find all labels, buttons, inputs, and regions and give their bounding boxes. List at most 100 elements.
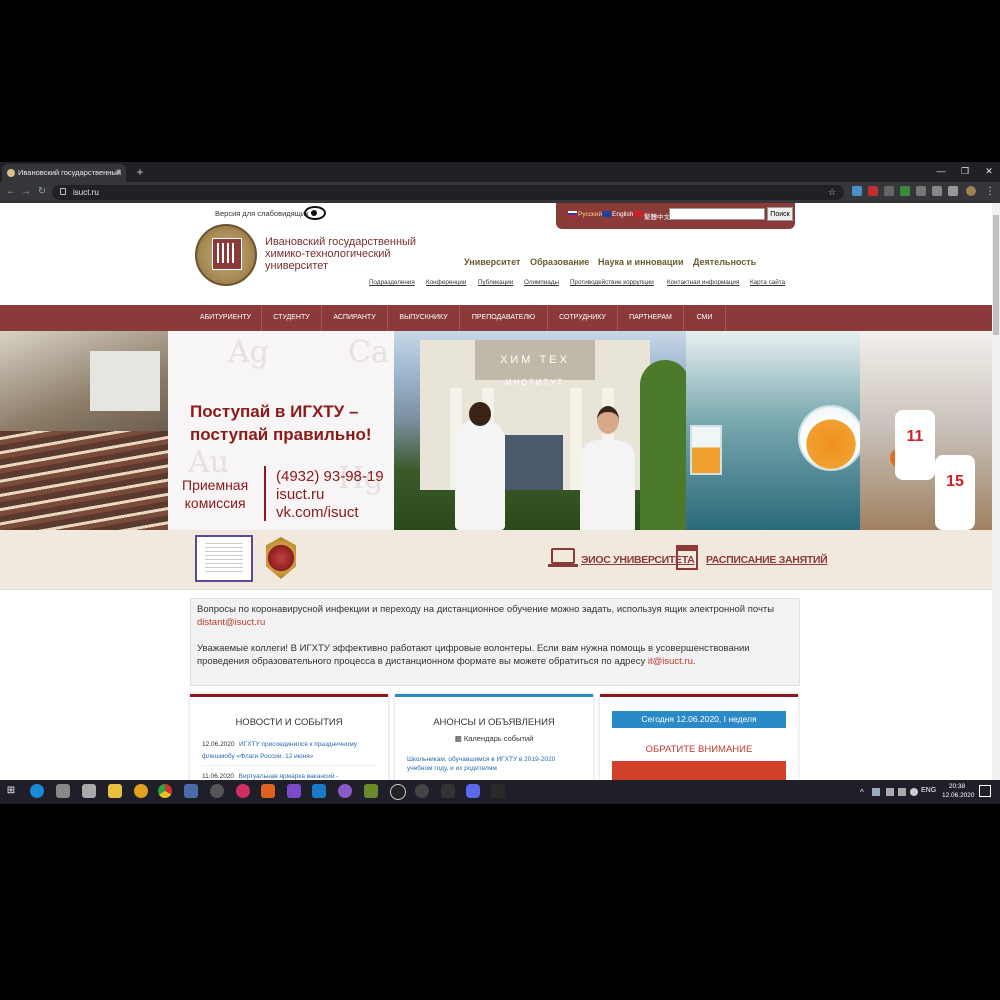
tray-chevron-icon[interactable]: ^ — [860, 788, 864, 797]
link-publications[interactable]: Публикации — [478, 279, 513, 286]
news-item[interactable]: 12.06.2020 ИГХТУ присоединился к праздни… — [202, 737, 376, 766]
nav-education[interactable]: Образование — [530, 257, 589, 267]
news-link[interactable]: Виртуальная ярмарка вакансий - — [239, 773, 339, 780]
maximize-button[interactable]: ❐ — [954, 163, 976, 179]
news-title[interactable]: НОВОСТИ И СОБЫТИЯ — [190, 717, 388, 728]
lock-icon[interactable] — [60, 188, 66, 195]
it-email-link[interactable]: it@isuct.ru — [648, 656, 693, 667]
app-icon[interactable] — [134, 784, 148, 798]
app-icon[interactable] — [338, 784, 352, 798]
nav-activity[interactable]: Деятельность — [693, 257, 756, 267]
app-icon[interactable] — [56, 784, 70, 798]
announcements-title[interactable]: АНОНСЫ И ОБЪЯВЛЕНИЯ — [395, 717, 593, 728]
tray-icon[interactable] — [872, 788, 880, 796]
visual-studio-icon[interactable] — [287, 784, 301, 798]
discord-icon[interactable] — [466, 784, 480, 798]
lang-russian[interactable]: Русский — [578, 211, 602, 218]
chrome-icon[interactable] — [158, 784, 172, 798]
russian-flag-icon[interactable] — [568, 211, 577, 217]
link-contacts[interactable]: Контактная информация — [667, 279, 739, 286]
url-text[interactable]: isuct.ru — [73, 185, 99, 200]
app-icon[interactable] — [184, 784, 198, 798]
clock-date: 12.06.2020 — [942, 792, 975, 799]
file-explorer-icon[interactable] — [108, 784, 122, 798]
tray-icon[interactable] — [886, 788, 894, 796]
news-date: 12.06.2020 — [202, 741, 235, 748]
clock[interactable]: 20:38 12.06.2020 — [942, 782, 975, 800]
search-button[interactable]: Поиск — [767, 207, 793, 221]
university-logo[interactable] — [195, 224, 257, 286]
calendar-icon[interactable] — [676, 545, 698, 570]
announcement-link[interactable]: Школьникам, обучавшимся в ИГХТУ в 2019-2… — [395, 743, 593, 773]
lang-english[interactable]: English — [612, 211, 633, 218]
app-icon[interactable] — [210, 784, 224, 798]
minimize-button[interactable]: — — [930, 163, 952, 179]
schedule-link[interactable]: РАСПИСАНИЕ ЗАНЯТИЙ — [706, 554, 828, 566]
search-input[interactable] — [669, 208, 765, 220]
windows-start-icon[interactable]: ⊞ — [4, 784, 18, 798]
reload-icon[interactable]: ↻ — [35, 184, 49, 200]
eye-icon[interactable] — [304, 206, 326, 220]
mainnav-students[interactable]: СТУДЕНТУ — [262, 305, 322, 331]
mainnav-partners[interactable]: ПАРТНЕРАМ — [618, 305, 684, 331]
attention-banner[interactable] — [612, 761, 786, 780]
skype-icon[interactable] — [30, 784, 44, 798]
news-item[interactable]: 11.06.2020 Виртуальная ярмарка вакансий … — [202, 766, 376, 781]
english-flag-icon[interactable] — [602, 211, 611, 217]
university-name[interactable]: Ивановский государственный химико-технол… — [265, 236, 435, 272]
jersey-number: 15 — [946, 473, 964, 490]
extension-icon[interactable] — [884, 186, 894, 196]
input-language[interactable]: ENG — [921, 787, 936, 794]
app-icon[interactable] — [364, 784, 378, 798]
scrollbar-thumb[interactable] — [993, 215, 999, 335]
link-sitemap[interactable]: Карта сайта — [750, 279, 785, 286]
profile-avatar[interactable] — [966, 186, 976, 196]
lang-chinese[interactable]: 繁體中文 — [644, 211, 670, 221]
extension-icon[interactable] — [852, 186, 862, 196]
app-icon[interactable] — [236, 784, 250, 798]
app-icon[interactable] — [261, 784, 275, 798]
app-icon[interactable] — [390, 784, 406, 800]
extension-icon[interactable] — [900, 186, 910, 196]
bookmark-star-icon[interactable]: ☆ — [828, 185, 836, 200]
forward-icon[interactable]: → — [19, 184, 33, 200]
extension-icon[interactable] — [948, 186, 958, 196]
chinese-flag-icon[interactable] — [634, 211, 643, 217]
low-vision-link[interactable]: Версия для слабовидящих — [215, 209, 309, 218]
vscode-icon[interactable] — [312, 784, 326, 798]
extension-icon[interactable] — [932, 186, 942, 196]
nav-university[interactable]: Университет — [464, 257, 520, 267]
news-column: НОВОСТИ И СОБЫТИЯ 12.06.2020 ИГХТУ присо… — [190, 694, 388, 783]
battery-icon[interactable] — [898, 788, 906, 796]
notifications-icon[interactable] — [979, 785, 991, 797]
new-tab-button[interactable]: + — [133, 163, 147, 181]
extension-icon[interactable] — [868, 186, 878, 196]
mainnav-teachers[interactable]: ПРЕПОДАВАТЕЛЮ — [460, 305, 548, 331]
browser-tab[interactable]: Ивановский государственный ✕ — [2, 164, 126, 182]
mainnav-graduates[interactable]: ВЫПУСКНИКУ — [388, 305, 460, 331]
app-icon[interactable] — [82, 784, 96, 798]
app-icon[interactable] — [415, 784, 429, 798]
link-olympiads[interactable]: Олимпиады — [524, 279, 559, 286]
app-icon[interactable] — [441, 784, 455, 798]
link-anticorruption[interactable]: Противодействие коррупции — [570, 279, 654, 286]
extension-icon[interactable] — [916, 186, 926, 196]
nav-science[interactable]: Наука и инновации — [598, 257, 683, 267]
mainnav-media[interactable]: СМИ — [684, 305, 726, 331]
link-conferences[interactable]: Конференции — [426, 279, 466, 286]
calendar-events-link[interactable]: ▦ Календарь событий — [395, 734, 593, 743]
volume-icon[interactable] — [910, 788, 918, 796]
laptop-icon[interactable] — [548, 548, 578, 567]
award-certificate-image[interactable] — [195, 535, 253, 582]
terminal-icon[interactable] — [491, 784, 505, 798]
menu-dots-icon[interactable]: ⋮ — [983, 184, 997, 200]
mainnav-postgrads[interactable]: АСПИРАНТУ — [322, 305, 388, 331]
distant-email-link[interactable]: distant@isuct.ru — [197, 617, 265, 628]
close-window-button[interactable]: ✕ — [978, 163, 1000, 179]
tab-close-icon[interactable]: ✕ — [115, 164, 122, 182]
mainnav-staff[interactable]: СОТРУДНИКУ — [548, 305, 618, 331]
mainnav-applicants[interactable]: АБИТУРИЕНТУ — [190, 305, 262, 331]
address-bar[interactable] — [52, 185, 844, 200]
link-departments[interactable]: Подразделения — [369, 279, 415, 286]
back-icon[interactable]: ← — [4, 184, 18, 200]
